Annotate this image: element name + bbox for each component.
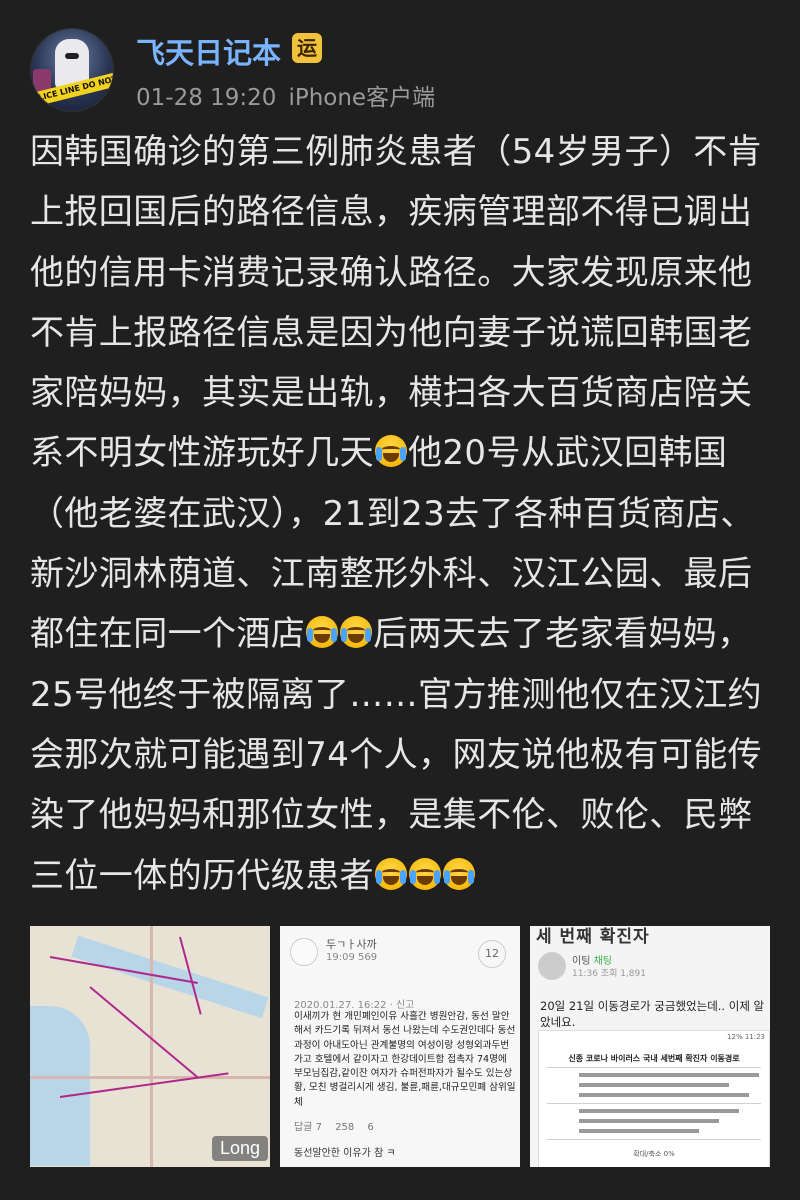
post-line: 25号他终于被隔离了……官方推测他仅在汉江约 bbox=[30, 674, 763, 715]
phone-table-footer: 확대/축소 0% bbox=[633, 1150, 675, 1158]
crying-laughing-emoji-icon bbox=[375, 435, 407, 468]
phone-status: 12% 11:23 bbox=[727, 1033, 765, 1041]
table-row bbox=[579, 1119, 719, 1123]
avatar[interactable]: POLICE LINE DO NOT CROSS bbox=[30, 28, 114, 112]
post-time: 01-28 19:20 bbox=[136, 85, 277, 111]
forum-like-count: 258 bbox=[335, 1122, 355, 1133]
korean-forum-screenshot-thumbnail[interactable]: 두ㄱㅏ사까 19:09 569 12 2020.01.27. 16:22 · 신… bbox=[280, 926, 520, 1167]
table-row bbox=[579, 1083, 729, 1087]
post-line: 新沙洞林荫道、江南整形外科、汉江公园、最后 bbox=[30, 554, 753, 595]
forum-dislike-count: 6 bbox=[367, 1122, 374, 1133]
map-water bbox=[30, 1006, 90, 1166]
image-grid: Long 두ㄱㅏ사까 19:09 569 12 2020.01.27. 16:2… bbox=[30, 926, 770, 1167]
table-row bbox=[579, 1073, 759, 1077]
forum-comment-count: 12 bbox=[478, 940, 506, 968]
forum-stats: 19:09 569 bbox=[326, 952, 378, 963]
post-line: （他老婆在武汉），21到23去了各种百货商店、 bbox=[30, 493, 755, 534]
table-divider bbox=[547, 1139, 761, 1140]
map-image-thumbnail[interactable]: Long bbox=[30, 926, 270, 1167]
phone-table-title: 신종 코로나 바이러스 국내 세번째 확진자 이동경로 bbox=[568, 1054, 740, 1063]
forum-body: 이새끼가 현 개민폐인이유 사흘간 병원안감, 동선 말안해서 카드기록 뒤져서… bbox=[294, 1011, 516, 1108]
case-user: 이팅 채팅 11:36 조회 1,891 bbox=[538, 952, 764, 982]
forum-footer: 답글 7 258 6 bbox=[294, 1118, 508, 1133]
forum-date: 2020.01.27. 16:22 · 신고 bbox=[294, 1000, 415, 1011]
table-row bbox=[579, 1093, 749, 1097]
post-line-part: 三位一体的历代级患者 bbox=[30, 855, 374, 896]
post-body: 因韩国确诊的第三例肺炎患者（54岁男子）不肯 上报回国后的路径信息，疾病管理部不… bbox=[30, 122, 774, 906]
member-badge-icon: 运 bbox=[292, 33, 322, 63]
table-divider bbox=[547, 1103, 761, 1104]
crying-laughing-emoji-icon bbox=[306, 616, 339, 649]
post-line: 上报回国后的路径信息，疾病管理部不得已调出 bbox=[30, 192, 753, 233]
table-row bbox=[579, 1129, 699, 1133]
forum-reply-text: 동선말안한 이유가 참 ㅋ bbox=[294, 1148, 396, 1159]
post-line: 因韩国确诊的第三例肺炎患者（54岁男子）不肯 bbox=[30, 132, 763, 172]
table-row bbox=[579, 1109, 739, 1113]
forum-post-header: 두ㄱㅏ사까 19:09 569 12 bbox=[290, 934, 510, 974]
crying-laughing-emoji-icon bbox=[443, 857, 475, 890]
case-title: 세 번째 확진자 bbox=[536, 927, 650, 947]
confirmed-case-screenshot-thumbnail[interactable]: 세 번째 확진자 이팅 채팅 11:36 조회 1,891 20일 21일 이동… bbox=[530, 926, 770, 1167]
post-line: 不肯上报路径信息是因为他向妻子说谎回韩国老 bbox=[30, 312, 753, 353]
case-text: 20일 21일 이동경로가 궁금했었는데.. 이제 알았네요. bbox=[540, 999, 765, 1029]
username[interactable]: 飞天日记本 bbox=[136, 30, 281, 72]
case-avatar-icon bbox=[538, 952, 566, 980]
crying-laughing-emoji-icon bbox=[409, 857, 441, 890]
post-line: 都住在同一个酒店 后两天去了老家看妈妈， bbox=[30, 604, 774, 664]
post-header: POLICE LINE DO NOT CROSS 飞天日记本 运 01-28 1… bbox=[30, 28, 770, 112]
post-line: 三位一体的历代级患者 bbox=[30, 846, 774, 906]
post-line: 系不明女性游玩好几天 他20号从武汉回韩国 bbox=[30, 423, 774, 483]
post-line: 家陪妈妈，其实是出轨，横扫各大百货商店陪关 bbox=[30, 373, 753, 414]
map-route bbox=[89, 986, 198, 1078]
crying-laughing-emoji-icon bbox=[375, 857, 407, 890]
case-time: 11:36 조회 1,891 bbox=[572, 969, 646, 979]
post-line: 他的信用卡消费记录确认路径。大家发现原来他 bbox=[30, 252, 753, 293]
map-road bbox=[150, 926, 153, 1167]
post-line: 染了他妈妈和那位女性，是集不伦、败伦、民弊 bbox=[30, 795, 753, 836]
crying-laughing-emoji-icon bbox=[340, 616, 373, 649]
post-line-part: 他20号从武汉回韩国 bbox=[408, 433, 728, 474]
post-line-part: 后两天去了老家看妈妈， bbox=[373, 614, 752, 655]
post-line-part: 都住在同一个酒店 bbox=[30, 614, 306, 655]
long-image-badge: Long bbox=[211, 1136, 268, 1161]
embedded-phone-screenshot: 12% 11:23 신종 코로나 바이러스 국내 세번째 확진자 이동경로 확대… bbox=[538, 1030, 770, 1167]
forum-author: 두ㄱㅏ사까 bbox=[326, 938, 377, 951]
post-meta: 01-28 19:20 iPhone客户端 bbox=[136, 78, 447, 112]
post-source: iPhone客户端 bbox=[288, 85, 436, 111]
avatar-eye-decoration bbox=[65, 53, 79, 59]
table-divider bbox=[547, 1067, 761, 1068]
post-line-part: 系不明女性游玩好几天 bbox=[30, 433, 374, 474]
case-username: 이팅 채팅 bbox=[572, 952, 612, 967]
forum-avatar-icon bbox=[290, 938, 318, 966]
post-line: 会那次就可能遇到74个人，网友说他极有可能传 bbox=[30, 734, 763, 775]
forum-reply-label: 답글 7 bbox=[294, 1122, 322, 1133]
